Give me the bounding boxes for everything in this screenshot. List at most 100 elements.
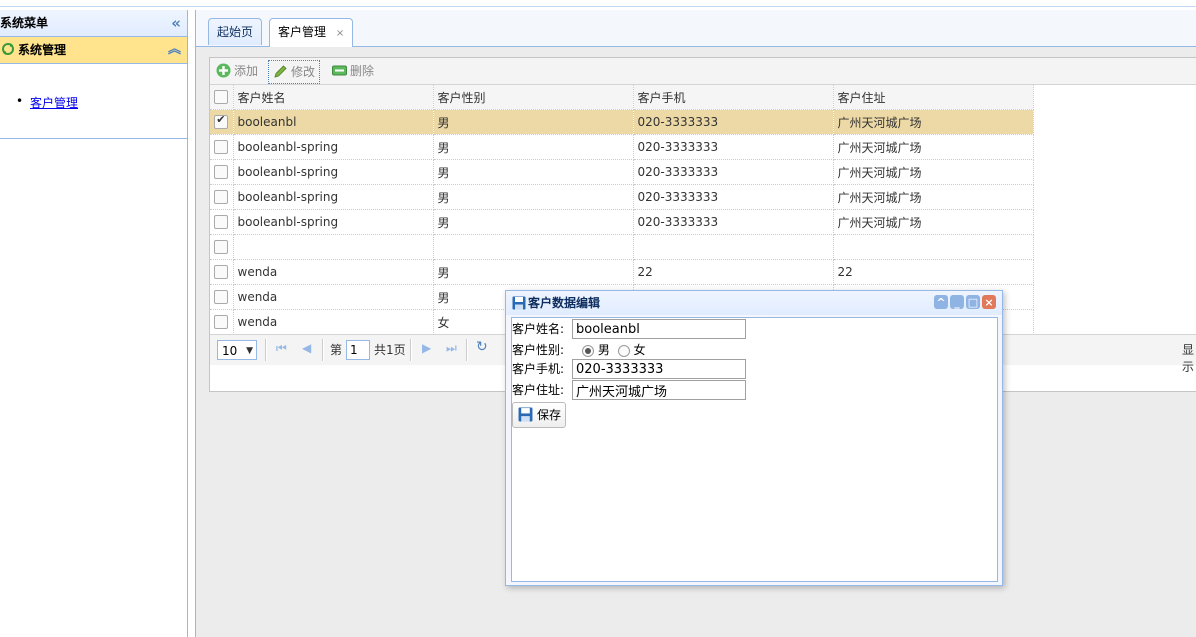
close-icon[interactable]: × bbox=[336, 28, 344, 39]
cell-name: wenda bbox=[233, 284, 434, 310]
add-icon bbox=[216, 63, 231, 78]
cell-name: booleanbl bbox=[233, 109, 434, 135]
save-button[interactable]: 保存 bbox=[512, 402, 567, 428]
column-header-name[interactable]: 客户姓名 bbox=[233, 85, 434, 110]
name-row: 客户姓名: bbox=[512, 319, 752, 339]
page-number-input[interactable]: 1 bbox=[346, 340, 370, 360]
gender-female-radio[interactable] bbox=[617, 344, 630, 357]
cell-gender bbox=[433, 234, 634, 260]
row-checkbox[interactable] bbox=[210, 284, 234, 310]
tab-customer-management[interactable]: 客户管理 × bbox=[269, 18, 354, 47]
page-size-value: 10 bbox=[222, 344, 238, 358]
add-label: 添加 bbox=[234, 64, 259, 78]
row-checkbox[interactable] bbox=[210, 109, 234, 135]
address-label: 客户住址: bbox=[512, 383, 565, 397]
table-row[interactable]: booleanbl-spring 男 020-3333333 广州天河城广场 bbox=[210, 209, 1034, 235]
row-checkbox[interactable] bbox=[210, 159, 234, 185]
row-checkbox[interactable] bbox=[210, 209, 234, 235]
dialog-header[interactable]: 客户数据编辑 ^ _ □ × bbox=[506, 291, 1002, 315]
table-row[interactable]: booleanbl-spring 男 020-3333333 广州天河城广场 bbox=[210, 184, 1034, 210]
cell-address: 广州天河城广场 bbox=[833, 209, 1034, 235]
save-label: 保存 bbox=[537, 408, 562, 422]
pager-separator bbox=[265, 339, 267, 361]
collapse-icon[interactable]: « bbox=[171, 10, 181, 36]
refresh-icon[interactable]: ↻ bbox=[476, 339, 488, 355]
close-icon[interactable]: × bbox=[982, 295, 996, 309]
page-size-select[interactable]: 10 ▼ bbox=[217, 340, 257, 360]
dropdown-arrow-icon: ▼ bbox=[246, 346, 253, 356]
cell-name: booleanbl-spring bbox=[233, 159, 434, 185]
delete-label: 删除 bbox=[350, 64, 375, 78]
prev-page-icon[interactable]: ◀ bbox=[302, 341, 311, 355]
tab-label: 客户管理 bbox=[278, 25, 327, 39]
tab-start-page[interactable]: 起始页 bbox=[208, 18, 263, 45]
gender-label: 客户性别: bbox=[512, 343, 565, 357]
phone-input[interactable] bbox=[572, 359, 746, 379]
tab-bar: 起始页 客户管理 × bbox=[196, 10, 1196, 47]
next-page-icon[interactable]: ▶ bbox=[422, 341, 431, 355]
cell-gender: 男 bbox=[433, 209, 634, 235]
collapse-up-icon[interactable]: ^ bbox=[934, 295, 948, 309]
address-input[interactable] bbox=[572, 380, 746, 400]
edit-label: 修改 bbox=[291, 65, 316, 79]
remove-icon bbox=[332, 65, 347, 76]
row-checkbox[interactable] bbox=[210, 134, 234, 160]
edit-button[interactable]: 修改 bbox=[268, 60, 321, 84]
cell-name bbox=[233, 234, 434, 260]
column-header-address[interactable]: 客户住址 bbox=[833, 85, 1034, 110]
save-disk-icon bbox=[518, 407, 533, 422]
table-row[interactable]: wenda 男 22 22 bbox=[210, 259, 1034, 285]
accordion-body: 客户管理 bbox=[0, 64, 187, 139]
top-border bbox=[0, 0, 1196, 7]
pager-separator bbox=[466, 339, 468, 361]
column-header-phone[interactable]: 客户手机 bbox=[633, 85, 834, 110]
cell-address: 广州天河城广场 bbox=[833, 134, 1034, 160]
pager-display-text: 显示 bbox=[1182, 343, 1195, 374]
row-checkbox[interactable] bbox=[210, 259, 234, 285]
cell-name: wenda bbox=[233, 259, 434, 285]
dialog-title: 客户数据编辑 bbox=[528, 296, 601, 310]
grid-toolbar: 添加 修改 删除 bbox=[210, 58, 1196, 85]
cell-phone: 020-3333333 bbox=[633, 109, 834, 135]
gender-radio-group: 男 女 bbox=[582, 340, 646, 360]
table-row[interactable]: booleanbl-spring 男 020-3333333 广州天河城广场 bbox=[210, 134, 1034, 160]
add-button[interactable]: 添加 bbox=[212, 60, 262, 82]
row-checkbox[interactable] bbox=[210, 184, 234, 210]
accordion-system-management[interactable]: 系统管理 ︽ bbox=[0, 37, 187, 64]
table-row[interactable]: booleanbl-spring 男 020-3333333 广州天河城广场 bbox=[210, 159, 1034, 185]
pencil-icon bbox=[274, 65, 287, 78]
cell-phone bbox=[633, 234, 834, 260]
system-menu-title: 系统菜单 bbox=[0, 16, 49, 30]
minimize-icon[interactable]: _ bbox=[950, 295, 964, 309]
column-header-gender[interactable]: 客户性别 bbox=[433, 85, 634, 110]
dialog-body: 客户姓名: 客户性别: 男 女 客户手机: 客户住址: bbox=[511, 317, 998, 582]
menu-item-customer-management[interactable]: 客户管理 bbox=[16, 94, 78, 111]
system-menu-header: 系统菜单 « bbox=[0, 10, 187, 37]
maximize-icon[interactable]: □ bbox=[966, 295, 980, 309]
pager-separator bbox=[410, 339, 412, 361]
pager-separator bbox=[322, 339, 324, 361]
accordion-collapse-icon[interactable]: ︽ bbox=[168, 37, 181, 63]
table-row[interactable]: booleanbl男020-3333333广州天河城广场 bbox=[210, 109, 1034, 135]
cell-name: booleanbl-spring bbox=[233, 209, 434, 235]
tab-label: 起始页 bbox=[217, 25, 254, 39]
gender-male-label: 男 bbox=[597, 343, 610, 357]
grid-header-row: 客户姓名 客户性别 客户手机 客户住址 bbox=[210, 85, 1034, 110]
gender-male-radio[interactable] bbox=[582, 344, 594, 357]
row-checkbox[interactable] bbox=[210, 234, 234, 260]
cell-gender: 男 bbox=[433, 134, 634, 160]
first-page-icon[interactable]: ⏮ bbox=[276, 341, 287, 356]
last-page-icon[interactable]: ⏭ bbox=[446, 341, 457, 356]
table-row[interactable] bbox=[210, 234, 1034, 260]
cell-phone: 020-3333333 bbox=[633, 159, 834, 185]
phone-row: 客户手机: bbox=[512, 359, 752, 379]
select-all-checkbox[interactable] bbox=[210, 85, 234, 110]
name-input[interactable] bbox=[572, 319, 746, 339]
cell-name: booleanbl-spring bbox=[233, 184, 434, 210]
delete-button[interactable]: 删除 bbox=[328, 60, 378, 82]
row-checkbox[interactable] bbox=[210, 309, 234, 335]
customer-edit-dialog: 客户数据编辑 ^_□× 客户姓名: 客户性别: 男 女 客户手机: 客户住址: bbox=[505, 290, 1003, 586]
address-row: 客户住址: bbox=[512, 380, 752, 400]
cell-phone: 020-3333333 bbox=[633, 134, 834, 160]
cell-phone: 020-3333333 bbox=[633, 209, 834, 235]
